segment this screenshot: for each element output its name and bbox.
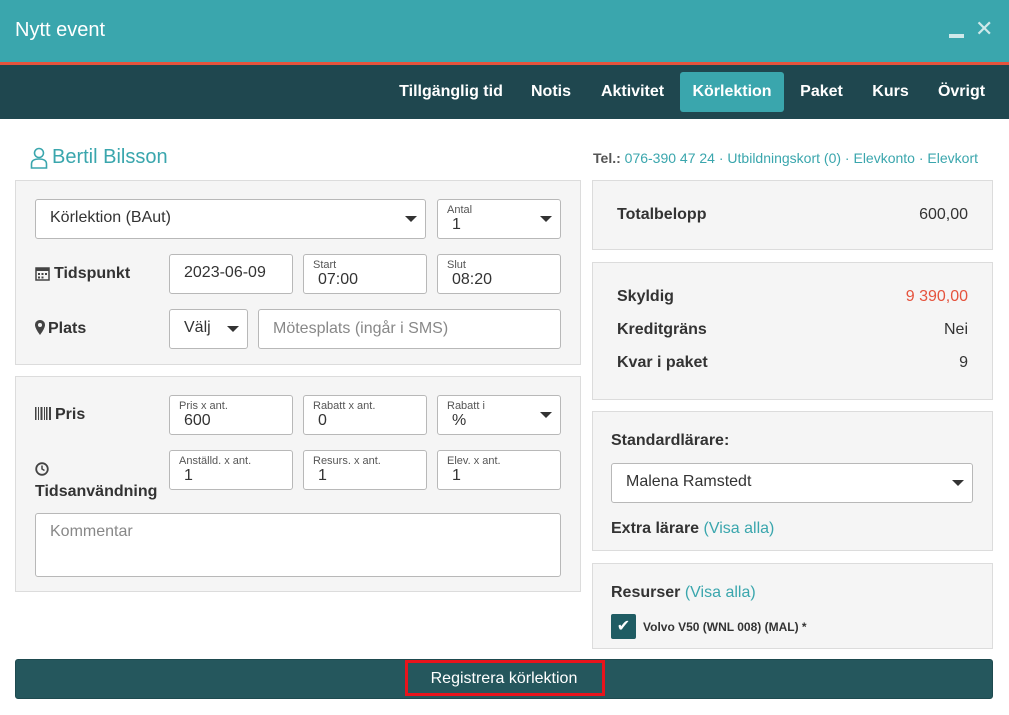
kvar-i-paket-label: Kvar i paket: [617, 354, 708, 371]
standard-teacher-value: Malena Ramstedt: [626, 473, 752, 490]
date-field[interactable]: 2023-06-09: [169, 254, 293, 294]
extra-teachers-row: Extra lärare (Visa alla): [611, 520, 774, 538]
plats-select-value: Välj: [184, 319, 211, 336]
elevkonto-link[interactable]: Elevkonto: [853, 150, 914, 166]
rabatt-i-label: Rabatt i: [447, 400, 485, 412]
tab-ovrigt[interactable]: Övrigt: [928, 72, 995, 112]
phone-link[interactable]: 076-390 47 24: [625, 150, 715, 166]
extra-larare-label: Extra lärare: [611, 520, 700, 537]
resources-row: Resurser (Visa alla): [611, 584, 756, 602]
rabatt-i-value: %: [452, 412, 467, 429]
totalbelopp-label: Totalbelopp: [617, 206, 707, 223]
slut-label: Slut: [447, 259, 466, 271]
antal-label: Antal: [447, 204, 473, 216]
event-type-tabs: Tillgänglig tid Notis Aktivitet Körlekti…: [0, 65, 1009, 119]
resurs-value: 1: [318, 467, 327, 484]
close-icon[interactable]: ✕: [975, 18, 993, 40]
start-value: 07:00: [318, 271, 359, 288]
barcode-icon: [35, 407, 51, 420]
visa-alla-teachers-link[interactable]: (Visa alla): [704, 520, 775, 537]
tel-label: Tel.:: [593, 150, 621, 166]
pris-value: 600: [184, 412, 211, 429]
rabatt-value: 0: [318, 412, 327, 429]
resource-checkbox[interactable]: ✔: [611, 614, 636, 639]
kreditgrans-label: Kreditgräns: [617, 321, 707, 338]
antal-value: 1: [452, 216, 461, 233]
plats-select[interactable]: Välj: [169, 309, 248, 349]
standardlarare-label: Standardlärare:: [611, 432, 730, 449]
student-name[interactable]: Bertil Bilsson: [52, 146, 168, 169]
date-value: 2023-06-09: [184, 264, 266, 281]
chevron-down-icon: [540, 216, 552, 222]
separator: ·: [914, 150, 928, 166]
start-time-field[interactable]: Start 07:00: [303, 254, 427, 294]
tidsanvandning-label: Tidsanvändning: [35, 483, 158, 500]
anstalld-label: Anställd. x ant.: [179, 455, 252, 467]
map-marker-icon: [35, 320, 45, 335]
user-icon: [30, 147, 48, 169]
tab-tillganglig-tid[interactable]: Tillgänglig tid: [389, 72, 513, 112]
student-count-field[interactable]: Elev. x ant. 1: [437, 450, 561, 490]
rabatt-label: Rabatt x ant.: [313, 400, 376, 412]
tab-aktivitet[interactable]: Aktivitet: [592, 72, 673, 112]
antal-select[interactable]: Antal 1: [437, 199, 561, 239]
plats-label: Plats: [48, 320, 87, 337]
highlight-annotation: [405, 660, 605, 696]
tab-kurs[interactable]: Kurs: [863, 72, 918, 112]
utbildningskort-link[interactable]: Utbildningskort (0): [727, 150, 841, 166]
separator: ·: [841, 150, 854, 166]
chevron-down-icon: [227, 326, 239, 332]
window-titlebar: Nytt event ✕: [0, 0, 1009, 62]
totalbelopp-value: 600,00: [919, 206, 968, 223]
student-contact-line: Tel.: 076-390 47 24 · Utbildningskort (0…: [593, 150, 978, 166]
lesson-type-value: Körlektion (BAut): [50, 209, 171, 226]
start-label: Start: [313, 259, 337, 271]
resurser-label: Resurser: [611, 584, 681, 601]
chevron-down-icon: [405, 216, 417, 222]
price-field[interactable]: Pris x ant. 600: [169, 395, 293, 435]
calendar-icon: [35, 267, 50, 281]
elev-label: Elev. x ant.: [447, 455, 501, 467]
minimize-icon[interactable]: [949, 34, 964, 38]
resource-count-field[interactable]: Resurs. x ant. 1: [303, 450, 427, 490]
motesplats-input[interactable]: [258, 309, 561, 349]
resurs-label: Resurs. x ant.: [313, 455, 381, 467]
skyldig-value: 9 390,00: [905, 288, 968, 305]
kvar-i-paket-value: 9: [959, 354, 968, 371]
window-title: Nytt event: [15, 19, 106, 41]
comment-textarea[interactable]: [35, 513, 561, 577]
elevkort-link[interactable]: Elevkort: [927, 150, 978, 166]
clock-icon: [35, 462, 49, 476]
end-time-field[interactable]: Slut 08:20: [437, 254, 561, 294]
tab-korlektion[interactable]: Körlektion: [680, 72, 784, 112]
tab-notis[interactable]: Notis: [522, 72, 580, 112]
kreditgrans-value: Nei: [943, 321, 968, 338]
standard-teacher-select[interactable]: Malena Ramstedt: [611, 463, 973, 503]
elev-value: 1: [452, 467, 461, 484]
pris-label: Pris: [55, 406, 86, 423]
discount-field[interactable]: Rabatt x ant. 0: [303, 395, 427, 435]
lesson-type-select[interactable]: Körlektion (BAut): [35, 199, 426, 239]
chevron-down-icon: [540, 412, 552, 418]
visa-alla-resources-link[interactable]: (Visa alla): [685, 584, 756, 601]
discount-unit-select[interactable]: Rabatt i %: [437, 395, 561, 435]
anstalld-value: 1: [184, 467, 193, 484]
skyldig-label: Skyldig: [617, 288, 674, 305]
tidspunkt-label: Tidspunkt: [54, 265, 131, 282]
chevron-down-icon: [952, 480, 964, 486]
tab-paket[interactable]: Paket: [791, 72, 852, 112]
staff-count-field[interactable]: Anställd. x ant. 1: [169, 450, 293, 490]
separator: ·: [714, 150, 728, 166]
slut-value: 08:20: [452, 271, 493, 288]
pris-field-label: Pris x ant.: [179, 400, 228, 412]
resource-item-label: Volvo V50 (WNL 008) (MAL) *: [643, 620, 807, 634]
resources-panel: [592, 563, 993, 649]
